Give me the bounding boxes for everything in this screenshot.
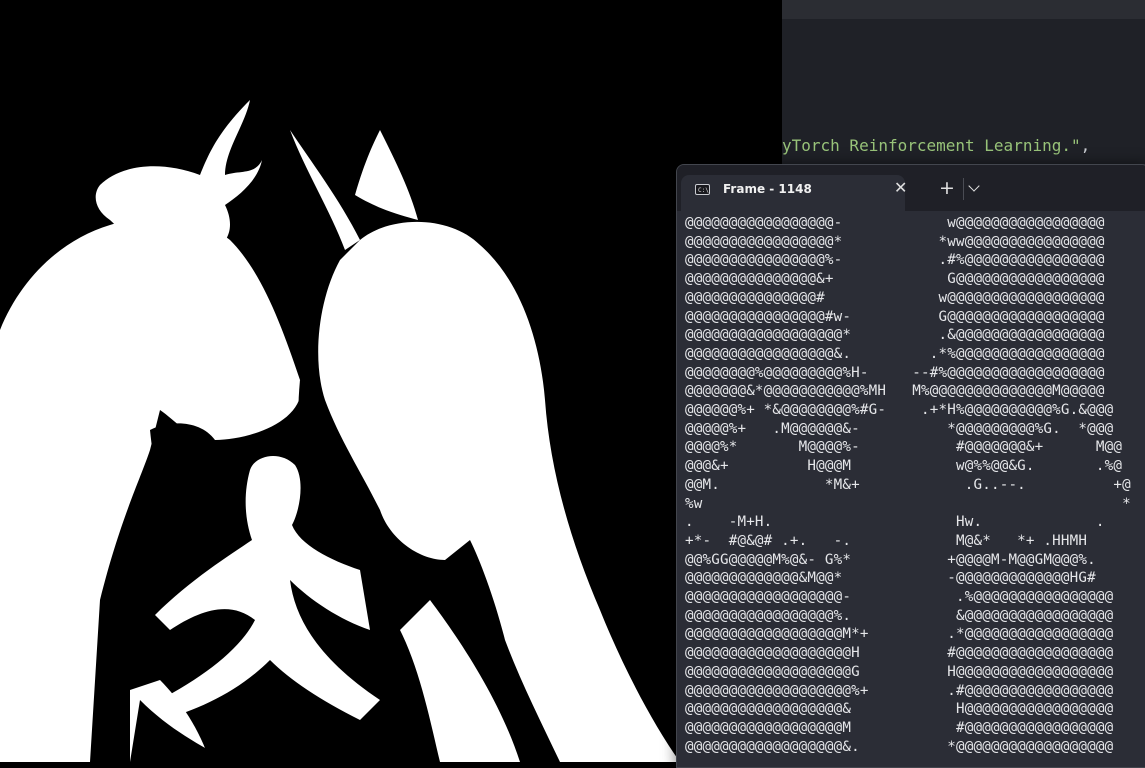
terminal-line: @@M. *M&+ .G..--. +@ [685, 476, 1131, 493]
terminal-line: @@@@@@@@@@@@@@@@@@@%+ .#@@@@@@@@@@@@@@@@… [685, 682, 1114, 699]
terminal-line: @@@@@@@@@@@@@@@@@@@H #@@@@@@@@@@@@@@@@@@ [685, 645, 1114, 662]
terminal-line: @@@@@@%+ *&@@@@@@@@%#G- .+*H%@@@@@@@@@@%… [685, 402, 1114, 419]
terminal-line: @@%GG@@@@@M%@&- G%* +@@@@M-M@@GM@@@%. [685, 551, 1096, 568]
terminal-tab[interactable]: C:\ Frame - 1148 ✕ [681, 175, 907, 211]
terminal-line: @@@@@@@@@@@@@@@@@@M*+ .*@@@@@@@@@@@@@@@@… [685, 626, 1114, 643]
terminal-line: @@@@@@@@@@@@@@@@@@& H@@@@@@@@@@@@@@@@@ [685, 701, 1114, 718]
terminal-line: @@@@@@@@@@@@@@@@@@@G H@@@@@@@@@@@@@@@@@@ [685, 663, 1114, 680]
tab-separator [963, 178, 964, 200]
terminal-window: C:\ Frame - 1148 ✕ + @@@@@@@@@@@@@@@@@- … [676, 164, 1145, 768]
terminal-line: @@@@@@@@@@@@@@@@#w- G@@@@@@@@@@@@@@@@@@ [685, 308, 1105, 325]
terminal-line: %w * [685, 495, 1131, 512]
terminal-line: @@@@@@@@@@@@@@@@@@&. *@@@@@@@@@@@@@@@@@@ [685, 738, 1114, 755]
terminal-line: @@@@@@@@@@@@@@@@@%. &@@@@@@@@@@@@@@@@@ [685, 607, 1114, 624]
terminal-line: @@@@@@@@@@@@@@@&+ G@@@@@@@@@@@@@@@@@ [685, 271, 1105, 288]
terminal-line: @@@@@@@@@@@@@@@# w@@@@@@@@@@@@@@@@@@ [685, 289, 1105, 306]
terminal-line: @@@@@@@@@@@@@@@@@- w@@@@@@@@@@@@@@@@@ [685, 215, 1105, 231]
chevron-down-icon[interactable] [968, 180, 980, 192]
terminal-line: @@@@@@@@@@@@@@@@@@M #@@@@@@@@@@@@@@@@@ [685, 719, 1114, 736]
ascii-art-output: @@@@@@@@@@@@@@@@@- w@@@@@@@@@@@@@@@@@ @@@… [685, 214, 1131, 756]
terminal-line: @@@@@@@@%@@@@@@@@@%H- --#%@@@@@@@@@@@@@@… [685, 364, 1105, 381]
code-line: yTorch Reinforcement Learning.", [782, 136, 1090, 155]
terminal-line: @@@@%* M@@@@%- #@@@@@@@&+ M@@ [685, 439, 1123, 456]
terminal-line: @@@@@@@&*@@@@@@@@@@@%MH M%@@@@@@@@@@@@@@… [685, 383, 1105, 400]
terminal-line: . -M+H. Hw. . [685, 514, 1105, 531]
close-icon[interactable]: ✕ [894, 178, 907, 198]
string-literal: yTorch Reinforcement Learning." [782, 136, 1081, 155]
terminal-line: @@@@@@@@@@@@@@@@@@- .%@@@@@@@@@@@@@@@@ [685, 589, 1114, 606]
terminal-line: @@@@@@@@@@@@@@@@@@* .&@@@@@@@@@@@@@@@@@ [685, 327, 1105, 344]
terminal-line: @@@@@@@@@@@@@&M@@* -@@@@@@@@@@@@@HG# [685, 570, 1096, 587]
tab-bar: C:\ Frame - 1148 ✕ + [677, 165, 1145, 211]
terminal-line: +*- #@&@# .+. -. M@&* *+ .HHMH [685, 532, 1088, 549]
terminal-line: @@@@@%+ .M@@@@@@&- *@@@@@@@@@%G. *@@@ [685, 420, 1114, 437]
terminal-line: @@@&+ H@@@M w@%%@@&G. .%@ [685, 458, 1123, 475]
silhouette-image [0, 0, 782, 762]
tab-title: Frame - 1148 [723, 182, 812, 196]
terminal-line: @@@@@@@@@@@@@@@@%- .#%@@@@@@@@@@@@@@@@ [685, 252, 1105, 269]
editor-top-bar [782, 0, 1145, 19]
terminal-line: @@@@@@@@@@@@@@@@@&. .*%@@@@@@@@@@@@@@@@@ [685, 345, 1105, 362]
trailing-comma: , [1080, 136, 1091, 155]
new-tab-button[interactable]: + [939, 178, 955, 198]
terminal-line: @@@@@@@@@@@@@@@@@* *ww@@@@@@@@@@@@@@@@ [685, 233, 1105, 250]
terminal-icon: C:\ [695, 184, 710, 195]
